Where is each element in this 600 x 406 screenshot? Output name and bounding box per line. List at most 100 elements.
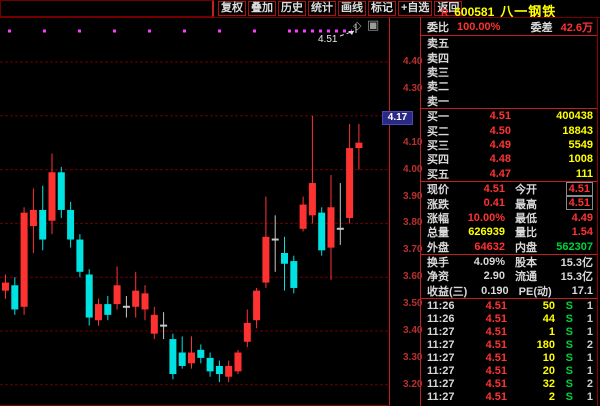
toolbar: 复权叠加历史统计画线标记+自选返回 xyxy=(218,1,462,16)
tick-list[interactable]: 11:264.5150S111:264.5144S111:274.511S111… xyxy=(421,299,597,403)
tick-time: 11:27 xyxy=(427,339,463,351)
toolbar-button[interactable]: 统计 xyxy=(308,1,336,16)
info-row-value-2: 4.49 xyxy=(537,212,593,224)
toolbar-button[interactable]: 标记 xyxy=(368,1,396,16)
sell-level-row[interactable]: 卖五 xyxy=(421,36,597,50)
sell-level-row[interactable]: 卖三 xyxy=(421,65,597,79)
fin-row-value: 0.190 xyxy=(467,285,508,297)
info-row-label-2: 内盘 xyxy=(515,239,537,255)
buy-level-row[interactable]: 买一4.51400438 xyxy=(421,109,597,123)
tick-volume: 10 xyxy=(507,352,555,364)
fundamental-info: 换手4.09%股本15.3亿净资2.90流通15.3亿收益(三)0.190 PE(… xyxy=(421,255,597,298)
tick-volume: 1 xyxy=(507,326,555,338)
fin-row-value-2: 17.1 xyxy=(552,285,593,297)
tick-row: 11:274.5120S1 xyxy=(421,364,597,377)
tick-side: S xyxy=(555,326,573,338)
buy-level-row-volume: 18843 xyxy=(511,125,593,137)
buy-level-row-price: 4.47 xyxy=(455,168,511,180)
tick-side: S xyxy=(555,339,573,351)
tick-price: 4.51 xyxy=(463,326,507,338)
info-row: 外盘64632 内盘562307 xyxy=(421,239,597,253)
tick-row: 11:274.5132S2 xyxy=(421,377,597,390)
info-row: 总量626939量比1.54 xyxy=(421,225,597,239)
info-row-value-2: 562307 xyxy=(537,241,593,253)
price-axis: 4.17 4.404.304.104.003.903.803.703.603.5… xyxy=(390,18,421,406)
top-toolbar: 复权叠加历史统计画线标记+自选返回 R 600581 八一钢铁 xyxy=(0,0,600,18)
info-row-label: 外盘 xyxy=(427,239,449,255)
tick-time: 11:27 xyxy=(427,391,463,403)
buy-level-row-price: 4.49 xyxy=(455,139,511,151)
buy-level-row-label: 买五 xyxy=(427,166,455,182)
weicha-label: 委差 xyxy=(531,19,553,35)
buy-level-row[interactable]: 买二4.5018843 xyxy=(421,123,597,137)
info-row-value: 64632 xyxy=(449,241,505,253)
weibi-row: 委比 100.00% 委差 42.6万 xyxy=(421,18,597,35)
layout-panel-icon[interactable]: ▣ xyxy=(367,19,379,31)
info-row-value-2: 4.51 xyxy=(537,197,593,209)
tick-price: 4.51 xyxy=(463,352,507,364)
tick-row: 11:274.51180S2 xyxy=(421,338,597,351)
tick-side: S xyxy=(555,300,573,312)
tick-time: 11:27 xyxy=(427,352,463,364)
info-row: 涨幅10.00%最低4.49 xyxy=(421,211,597,225)
fin-row: 净资2.90流通15.3亿 xyxy=(421,269,597,283)
buy-level-row-price: 4.51 xyxy=(455,110,511,122)
toolbar-empty-box xyxy=(0,0,214,17)
tick-side: S xyxy=(555,391,573,403)
fin-row: 换手4.09%股本15.3亿 xyxy=(421,255,597,269)
sell-levels: 卖五卖四卖三卖二卖一 xyxy=(421,36,597,108)
tick-side: S xyxy=(555,378,573,390)
buy-level-row[interactable]: 买五4.47111 xyxy=(421,167,597,181)
buy-level-row-price: 4.50 xyxy=(455,125,511,137)
fin-row-label-2: PE(动) xyxy=(519,283,552,299)
axis-price-cursor: 4.17 xyxy=(382,111,413,125)
tick-time: 11:26 xyxy=(427,313,463,325)
fin-row-value: 2.90 xyxy=(449,270,505,282)
info-row-value: 4.51 xyxy=(449,183,505,195)
tick-price: 4.51 xyxy=(463,391,507,403)
buy-level-row-volume: 111 xyxy=(511,168,593,180)
buy-level-row-price: 4.48 xyxy=(455,153,511,165)
tick-volume: 180 xyxy=(507,339,555,351)
sell-level-row[interactable]: 卖一 xyxy=(421,94,597,108)
tick-count: 2 xyxy=(573,339,593,351)
buy-level-row-volume: 1008 xyxy=(511,153,593,165)
buy-level-row-volume: 400438 xyxy=(511,110,593,122)
tick-volume: 20 xyxy=(507,365,555,377)
tick-time: 11:27 xyxy=(427,378,463,390)
fin-row: 收益(三)0.190 PE(动)17.1 xyxy=(421,284,597,298)
svg-text:4.51: 4.51 xyxy=(318,34,338,45)
tick-count: 1 xyxy=(573,300,593,312)
info-row: 涨跌0.41最高4.51 xyxy=(421,196,597,210)
tick-count: 1 xyxy=(573,326,593,338)
tick-side: S xyxy=(555,313,573,325)
toolbar-button[interactable]: 叠加 xyxy=(248,1,276,16)
sell-level-row[interactable]: 卖二 xyxy=(421,79,597,93)
info-row: 现价4.51今开4.51 xyxy=(421,182,597,196)
tick-time: 11:27 xyxy=(427,365,463,377)
tick-row: 11:274.511S1 xyxy=(421,325,597,338)
toolbar-button[interactable]: +自选 xyxy=(398,1,432,16)
sell-level-row[interactable]: 卖四 xyxy=(421,50,597,64)
buy-level-row[interactable]: 买三4.495549 xyxy=(421,138,597,152)
right-border xyxy=(597,17,598,406)
tick-row: 11:274.5110S1 xyxy=(421,351,597,364)
tick-price: 4.51 xyxy=(463,378,507,390)
toolbar-button[interactable]: 历史 xyxy=(278,1,306,16)
buy-level-row-volume: 5549 xyxy=(511,139,593,151)
kline-chart[interactable]: 4.51 ◇ ▣ xyxy=(0,18,390,406)
toolbar-button[interactable]: 复权 xyxy=(218,1,246,16)
tick-time: 11:27 xyxy=(427,326,463,338)
tick-side: S xyxy=(555,365,573,377)
toolbar-button[interactable]: 画线 xyxy=(338,1,366,16)
info-row-value-2-boxed: 4.51 xyxy=(566,182,593,196)
tick-volume: 32 xyxy=(507,378,555,390)
diamond-marker-icon[interactable]: ◇ xyxy=(353,20,361,32)
fin-row-value: 4.09% xyxy=(449,256,505,268)
info-row-value-2-boxed: 4.51 xyxy=(566,196,593,210)
fin-row-label: 收益(三) xyxy=(427,283,467,299)
info-row-value: 0.41 xyxy=(449,197,505,209)
weicha-value: 42.6万 xyxy=(561,19,593,35)
buy-level-row[interactable]: 买四4.481008 xyxy=(421,152,597,166)
buy-levels: 买一4.51400438买二4.5018843买三4.495549买四4.481… xyxy=(421,109,597,181)
